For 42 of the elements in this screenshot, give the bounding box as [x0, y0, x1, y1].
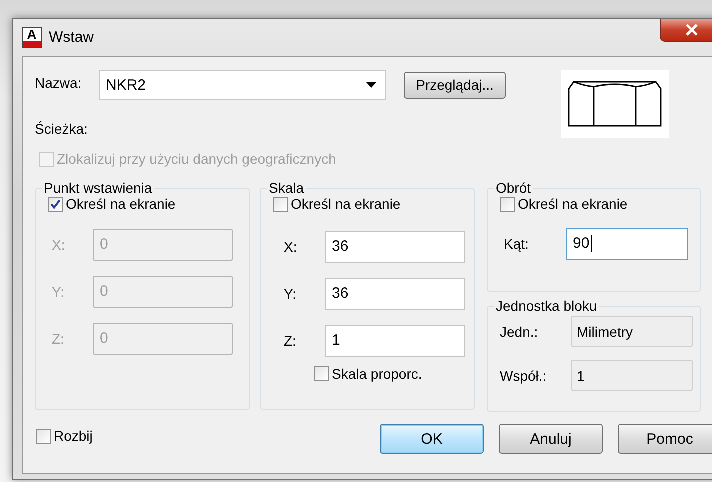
- close-button[interactable]: [660, 19, 712, 42]
- input-field[interactable]: 90: [566, 228, 688, 260]
- field-label: Y:: [51, 284, 66, 300]
- checkbox-label: Określ na ekranie: [291, 196, 401, 212]
- input-field[interactable]: 36: [325, 278, 465, 310]
- checkbox[interactable]: [48, 196, 63, 212]
- checkbox-label: Rozbij: [54, 428, 93, 444]
- checkbox[interactable]: [500, 196, 515, 212]
- group-title: Punkt wstawienia: [43, 180, 154, 196]
- input-field[interactable]: 36: [325, 230, 465, 262]
- dialog-button[interactable]: Pomoc: [618, 424, 712, 454]
- path-label: Ścieżka:: [35, 121, 89, 137]
- dialog-button[interactable]: OK: [380, 424, 484, 454]
- dialog-button[interactable]: Anuluj: [499, 424, 603, 454]
- group-title: Obrót: [495, 180, 532, 196]
- group-title: Skala: [268, 180, 306, 196]
- checkbox[interactable]: [273, 196, 288, 212]
- field-label: Z:: [51, 330, 66, 346]
- field-label: X:: [283, 238, 298, 254]
- group-title: Jednostka bloku: [495, 298, 598, 314]
- field-label: Y:: [283, 286, 298, 302]
- readonly-field: Milimetry: [571, 316, 693, 347]
- checkbox[interactable]: [314, 366, 329, 381]
- checkbox-label: Zlokalizuj przy użyciu danych geograficznych: [57, 151, 336, 167]
- checkbox[interactable]: [36, 428, 51, 444]
- field-label: Nazwa:: [35, 74, 83, 91]
- name-dropdown[interactable]: NKR2: [99, 70, 386, 100]
- checkbox-label: Określ na ekranie: [66, 196, 176, 212]
- checkbox-label: Określ na ekranie: [518, 196, 628, 212]
- dropdown-arrow-icon: [366, 82, 377, 88]
- checkbox-label: Skala proporc.: [332, 366, 422, 382]
- field-label: X:: [51, 236, 66, 252]
- field-label: Z:: [283, 332, 298, 348]
- field-label: Współ.:: [500, 368, 548, 384]
- field-label: Kąt:: [503, 236, 530, 252]
- readonly-field: 1: [571, 360, 693, 391]
- close-icon: [685, 24, 699, 36]
- browse-button[interactable]: Przeglądaj...: [404, 72, 506, 98]
- field-label: Jedn.:: [500, 324, 540, 340]
- app-icon: A: [22, 27, 42, 48]
- input-field[interactable]: 1: [325, 324, 465, 356]
- window-title: Wstaw: [49, 29, 94, 46]
